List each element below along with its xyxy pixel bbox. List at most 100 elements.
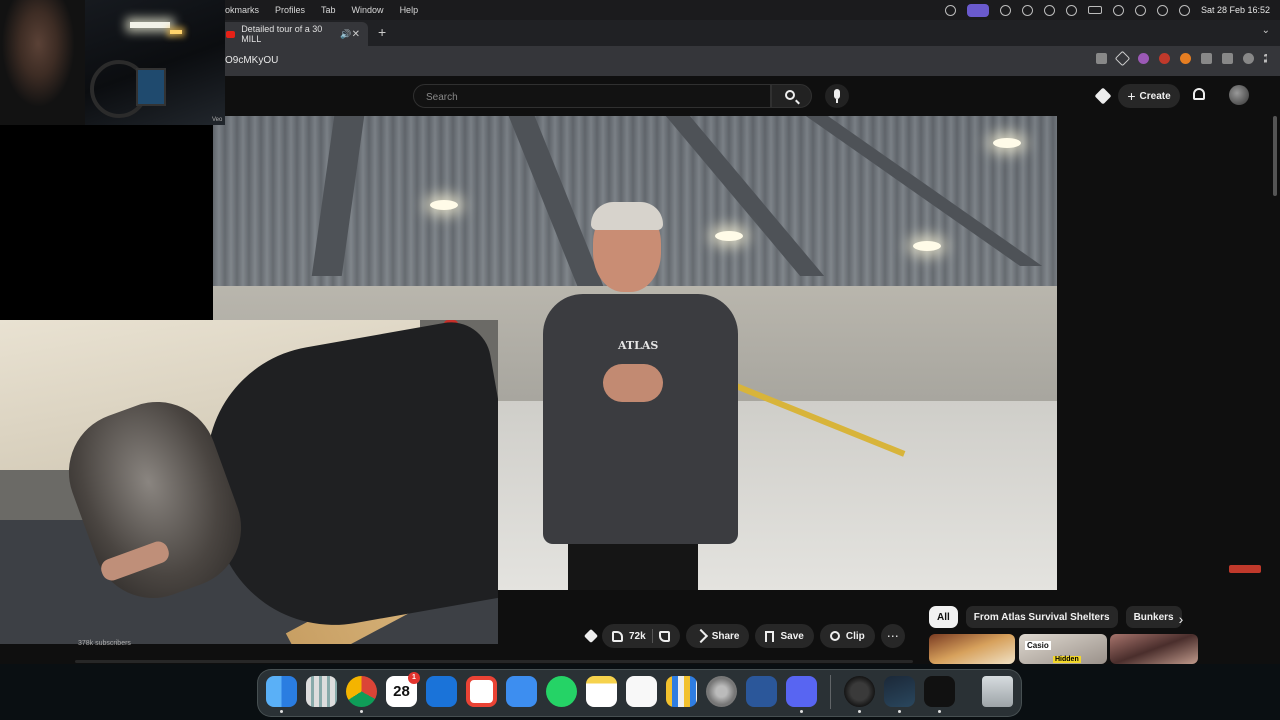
close-tab-icon[interactable]: ✕ [352, 29, 360, 40]
notification-badge: 1 [408, 672, 420, 684]
page-scrollbar[interactable] [1273, 116, 1277, 196]
recommendation-chips: All From Atlas Survival Shelters Bunkers [929, 606, 1182, 628]
whatsapp-icon[interactable] [546, 676, 577, 707]
ask-sparkle-icon[interactable] [583, 628, 599, 644]
chevron-right-icon[interactable]: › [1172, 610, 1190, 628]
calendar-day: 28 [393, 683, 410, 700]
status-app-icon-3[interactable] [1021, 4, 1033, 16]
chip-from-channel[interactable]: From Atlas Survival Shelters [965, 606, 1118, 628]
driver [0, 0, 85, 125]
launchpad-icon[interactable] [306, 676, 337, 707]
menu-window[interactable]: Window [352, 5, 384, 15]
play-icon[interactable] [1043, 4, 1055, 16]
running-indicator [800, 710, 803, 713]
extension-icon-2[interactable] [1159, 53, 1170, 64]
scissors-icon [829, 631, 840, 641]
clip-label: Clip [845, 630, 865, 642]
wifi-icon[interactable] [1112, 4, 1124, 16]
save-label: Save [780, 630, 804, 642]
chrome-menu-icon[interactable] [1264, 53, 1270, 64]
webcam-overlay-room [0, 320, 498, 644]
ask-sparkle-icon[interactable] [1094, 87, 1112, 105]
chrome-icon[interactable] [346, 676, 377, 707]
account-avatar[interactable] [1229, 85, 1249, 105]
tab-title: Detailed tour of a 30 MILL [241, 24, 323, 44]
create-button[interactable]: + Create [1118, 84, 1180, 108]
notifications-bell-icon[interactable] [1193, 88, 1205, 100]
search-box [413, 84, 771, 108]
like-count[interactable]: 72k [629, 631, 646, 642]
install-app-icon[interactable] [1096, 53, 1107, 64]
reminders-icon[interactable] [626, 676, 657, 707]
plus-icon: + [1127, 88, 1136, 104]
browser-tab[interactable]: Detailed tour of a 30 MILL 🔊 ✕ [218, 22, 368, 46]
street-light-2 [170, 30, 182, 34]
share-arrow-icon [693, 628, 708, 644]
url-field[interactable]: O9cMKyOU [225, 55, 278, 66]
system-settings-icon[interactable] [706, 676, 737, 707]
presenter-shirt [543, 294, 738, 544]
search-icon [785, 90, 795, 100]
channel-watermark-icon[interactable] [1229, 565, 1261, 573]
overlay-black-panel [0, 125, 213, 320]
menu-bar-clock[interactable]: Sat 28 Feb 16:52 [1201, 5, 1270, 15]
bookmark-star-icon[interactable] [1114, 50, 1131, 67]
search-button[interactable] [771, 84, 812, 108]
steam-icon[interactable] [884, 676, 915, 707]
keynote-icon[interactable] [666, 676, 697, 707]
channel-subscriber-count: 378k subscribers [78, 640, 131, 647]
recommended-video-thumbnail[interactable] [1110, 634, 1198, 664]
headphones-icon[interactable] [1065, 4, 1077, 16]
word-icon[interactable] [746, 676, 777, 707]
battery-icon[interactable] [1087, 6, 1102, 14]
more-actions-button[interactable]: ⋯ [880, 624, 905, 648]
calendar-icon[interactable]: 28 1 [386, 672, 420, 707]
gmail-icon[interactable] [466, 676, 497, 707]
obs-icon[interactable] [844, 676, 875, 707]
menu-help[interactable]: Help [400, 5, 419, 15]
mail-icon[interactable] [506, 676, 537, 707]
menu-tab[interactable]: Tab [321, 5, 336, 15]
trash-icon[interactable] [982, 676, 1013, 707]
extension-icon-1[interactable] [1138, 53, 1149, 64]
menu-profiles[interactable]: Profiles [275, 5, 305, 15]
discord-icon[interactable] [786, 676, 817, 707]
new-tab-button[interactable]: + [378, 24, 386, 40]
save-button[interactable]: Save [755, 624, 814, 648]
share-button[interactable]: Share [685, 624, 750, 648]
outlook-icon[interactable] [426, 676, 457, 707]
running-indicator [280, 710, 283, 713]
description-bar[interactable] [75, 660, 913, 663]
voice-search-microphone-icon[interactable] [825, 84, 849, 108]
notes-icon[interactable] [586, 676, 617, 707]
finder-icon[interactable] [266, 676, 297, 707]
profile-avatar-icon[interactable] [1243, 53, 1254, 64]
video-actions: 72k Share Save Clip ⋯ [583, 624, 905, 648]
chip-all[interactable]: All [929, 606, 958, 628]
speaker-icon[interactable]: 🔊 [340, 29, 351, 40]
webcam-label: Veo [212, 117, 223, 123]
activity-monitor-icon[interactable] [924, 676, 955, 707]
spotlight-search-icon[interactable] [1134, 4, 1146, 16]
search-input[interactable] [424, 86, 758, 108]
street-light [130, 22, 170, 28]
extensions-puzzle-icon[interactable] [1201, 53, 1212, 64]
status-app-icon-2[interactable] [999, 4, 1011, 16]
control-center-icon[interactable] [1156, 4, 1168, 16]
status-app-icon[interactable] [944, 4, 956, 16]
media-controls-icon[interactable] [1222, 53, 1233, 64]
webcam-overlay-driver: Veo [0, 0, 225, 125]
screen-recording-icon[interactable] [966, 3, 989, 17]
shirt-logo: ATLAS [618, 339, 659, 352]
thumbs-down-icon[interactable] [658, 630, 670, 642]
recommended-video-thumbnail[interactable] [929, 634, 1015, 664]
like-dislike-button: 72k [602, 624, 680, 648]
thumbs-up-icon[interactable] [612, 630, 623, 642]
menu-bookmarks[interactable]: ookmarks [220, 5, 259, 15]
siri-icon[interactable] [1178, 4, 1190, 16]
extension-icon-3[interactable] [1180, 53, 1191, 64]
recommended-video-thumbnail[interactable]: Casio Hidden [1019, 634, 1107, 664]
clip-button[interactable]: Clip [819, 624, 875, 648]
tab-search-chevron-icon[interactable]: ⌄ [1262, 25, 1270, 36]
presenter-hand [603, 364, 663, 402]
